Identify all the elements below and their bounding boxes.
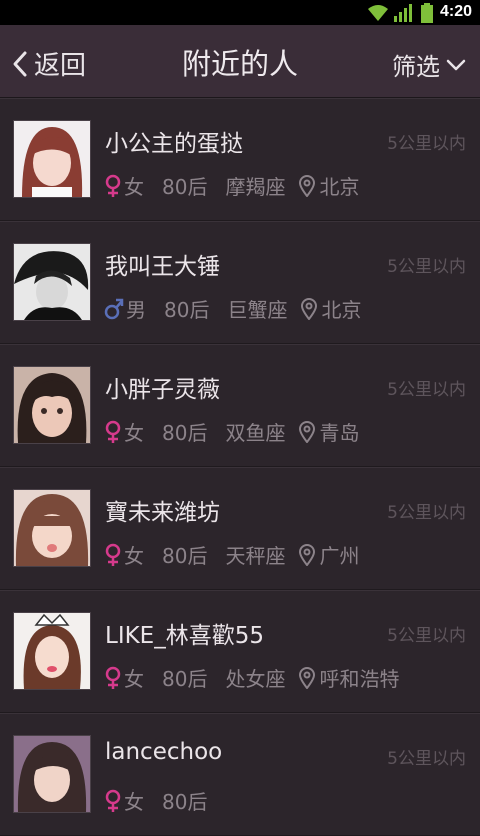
age: 80后 (162, 790, 208, 814)
person-name: 小公主的蛋挞 (105, 131, 243, 157)
list-item[interactable]: 小公主的蛋挞 5公里以内 女 80后 摩羯座 北京 (0, 98, 480, 221)
female-icon (105, 174, 121, 197)
person-meta: 女 80后 天秤座 广州 (104, 540, 359, 569)
age: 80后 (162, 421, 208, 445)
age: 80后 (164, 298, 210, 322)
person-meta: 女 80后 (104, 786, 225, 815)
age: 80后 (162, 544, 208, 568)
zodiac: 摩羯座 (225, 175, 286, 199)
zodiac: 巨蟹座 (227, 298, 288, 322)
gender: 女 (124, 175, 144, 199)
location-pin-icon (299, 666, 316, 689)
location: 呼和浩特 (319, 667, 400, 691)
female-icon (105, 543, 121, 566)
chevron-down-icon (446, 59, 466, 70)
location: 北京 (321, 298, 362, 322)
age: 80后 (162, 667, 208, 691)
distance: 5公里以内 (387, 257, 466, 277)
list-item[interactable]: LIKE_林喜歡55 5公里以内 女 80后 处女座 呼和浩特 (0, 590, 480, 713)
person-meta: 女 80后 摩羯座 北京 (104, 171, 359, 200)
people-list: 小公主的蛋挞 5公里以内 女 80后 摩羯座 北京 我叫王大锤 5公里以内 男 … (0, 98, 480, 836)
list-item[interactable]: 我叫王大锤 5公里以内 男 80后 巨蟹座 北京 (0, 221, 480, 344)
location: 青岛 (319, 421, 360, 445)
zodiac: 双鱼座 (225, 421, 286, 445)
gender: 女 (124, 667, 144, 691)
gender: 女 (124, 790, 144, 814)
location-pin-icon (299, 174, 316, 197)
person-meta: 女 80后 双鱼座 青岛 (104, 417, 359, 446)
location-pin-icon (299, 543, 316, 566)
person-meta: 男 80后 巨蟹座 北京 (104, 294, 361, 323)
list-item[interactable]: 寶未来潍坊 5公里以内 女 80后 天秤座 广州 (0, 467, 480, 590)
zodiac: 处女座 (225, 667, 286, 691)
person-name: 寶未来潍坊 (105, 500, 220, 526)
person-name: LIKE_林喜歡55 (105, 623, 264, 649)
avatar (13, 489, 91, 567)
avatar (13, 612, 91, 690)
wifi-icon (368, 5, 388, 21)
distance: 5公里以内 (387, 749, 466, 769)
person-name: 小胖子灵薇 (105, 377, 220, 403)
avatar (13, 243, 91, 321)
status-time: 4:20 (439, 3, 472, 20)
list-item[interactable]: 小胖子灵薇 5公里以内 女 80后 双鱼座 青岛 (0, 344, 480, 467)
female-icon (105, 666, 121, 689)
gender: 女 (124, 544, 144, 568)
battery-icon (421, 3, 433, 23)
location-pin-icon (299, 420, 316, 443)
list-item[interactable]: lancechoo 5公里以内 女 80后 (0, 713, 480, 836)
nav-bar: 返回 附近的人 筛选 (0, 25, 480, 98)
distance: 5公里以内 (387, 380, 466, 400)
zodiac: 天秤座 (225, 544, 286, 568)
age: 80后 (162, 175, 208, 199)
avatar (13, 735, 91, 813)
female-icon (105, 420, 121, 443)
person-meta: 女 80后 处女座 呼和浩特 (104, 663, 399, 692)
distance: 5公里以内 (387, 626, 466, 646)
distance: 5公里以内 (387, 134, 466, 154)
female-icon (105, 789, 121, 812)
male-icon (104, 298, 124, 319)
signal-icon (394, 4, 412, 22)
distance: 5公里以内 (387, 503, 466, 523)
gender: 男 (126, 298, 146, 322)
person-name: lancechoo (105, 739, 223, 765)
person-name: 我叫王大锤 (105, 254, 220, 280)
status-bar: 4:20 (0, 0, 480, 25)
location: 广州 (319, 544, 360, 568)
location-pin-icon (301, 297, 318, 320)
gender: 女 (124, 421, 144, 445)
location: 北京 (319, 175, 360, 199)
filter-button[interactable]: 筛选 (392, 47, 466, 82)
filter-label: 筛选 (392, 53, 440, 81)
avatar (13, 120, 91, 198)
avatar (13, 366, 91, 444)
